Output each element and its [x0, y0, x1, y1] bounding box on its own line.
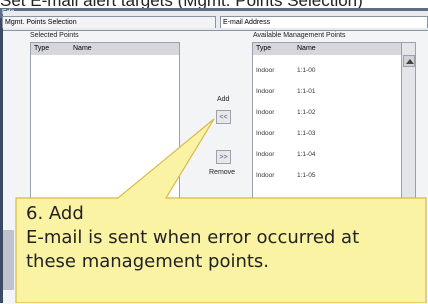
callout-title: 6. Add [26, 203, 84, 224]
callout-line-1: E-mail is sent when error occurred at [26, 227, 360, 248]
callout-text: 6. Add E-mail is sent when error occurre… [26, 202, 426, 274]
callout-line-2: these management points. [26, 251, 270, 272]
